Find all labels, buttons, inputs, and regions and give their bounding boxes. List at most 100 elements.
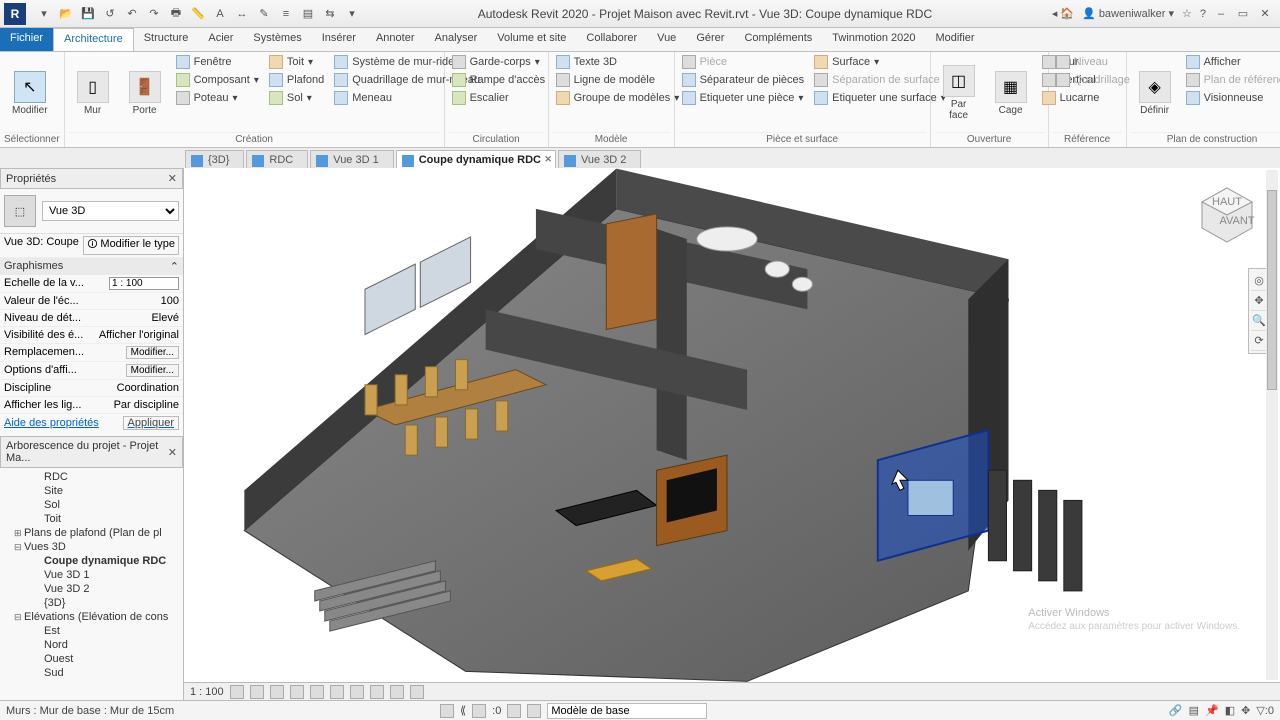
edit-type-button[interactable]: 🛈 Modifier le type (83, 236, 179, 255)
properties-help[interactable]: Aide des propriétésAppliquer (0, 414, 183, 432)
section-icon[interactable]: ✎ (256, 6, 272, 22)
tree-item[interactable]: Elévations (Elévation de cons (0, 610, 183, 624)
property-row[interactable]: Remplacemen...Modifier... (0, 344, 183, 362)
view-tab[interactable]: {3D} (185, 150, 244, 169)
filter-icon[interactable]: ▽:0 (1256, 704, 1274, 717)
close-button[interactable]: ✕ (1258, 7, 1272, 20)
tree-item[interactable]: Vue 3D 2 (0, 582, 183, 596)
property-input[interactable] (109, 277, 179, 290)
ramp-button[interactable]: Rampe d'accès (449, 72, 548, 88)
select-pinned-icon[interactable]: 📌 (1205, 704, 1219, 717)
maximize-button[interactable]: ▭ (1236, 7, 1250, 20)
view-tab[interactable]: Vue 3D 1 (310, 150, 393, 169)
help-icon[interactable]: ? (1200, 8, 1206, 20)
tree-item[interactable]: Sud (0, 666, 183, 680)
property-row[interactable]: Visibilité des é...Afficher l'original (0, 327, 183, 344)
close-icon[interactable]: ✕ (168, 446, 177, 459)
railing-button[interactable]: Garde-corps ▾ (449, 54, 548, 70)
close-icon[interactable]: ✕ (544, 154, 552, 165)
tree-item[interactable]: Ouest (0, 652, 183, 666)
room-sep-button[interactable]: Séparateur de pièces (679, 72, 808, 88)
property-edit-button[interactable]: Modifier... (126, 364, 179, 377)
apply-button[interactable]: Appliquer (123, 416, 179, 430)
surface-tag-button[interactable]: Etiqueter une surface ▾ (811, 90, 949, 106)
reveal-icon[interactable] (410, 685, 424, 699)
wall-button[interactable]: ▯Mur (69, 54, 117, 132)
tree-item[interactable]: Plans de plafond (Plan de pl (0, 526, 183, 540)
measure-icon[interactable]: 📏 (190, 6, 206, 22)
user-menu[interactable]: 👤 baweniwalker ▾ (1082, 7, 1174, 20)
tree-item[interactable]: {3D} (0, 596, 183, 610)
viewer-button[interactable]: Visionneuse (1183, 90, 1280, 106)
modify-button[interactable]: ↖Modifier (4, 54, 56, 132)
undo-icon[interactable]: ↶ (124, 6, 140, 22)
property-row[interactable]: Options d'affi...Modifier... (0, 362, 183, 380)
tab-collaborate[interactable]: Collaborer (576, 28, 647, 51)
detail-icon[interactable] (230, 685, 244, 699)
tab-analyze[interactable]: Analyser (425, 28, 488, 51)
property-edit-button[interactable]: Modifier... (126, 346, 179, 359)
scale-label[interactable]: 1 : 100 (190, 686, 224, 698)
visualstyle-icon[interactable] (250, 685, 264, 699)
sync-icon[interactable]: ↺ (102, 6, 118, 22)
qat-menu-icon[interactable]: ▾ (36, 6, 52, 22)
door-button[interactable]: 🚪Porte (121, 54, 169, 132)
tree-item[interactable]: Vue 3D 1 (0, 568, 183, 582)
redo-icon[interactable]: ↷ (146, 6, 162, 22)
select-underlay-icon[interactable]: ▤ (1189, 704, 1199, 717)
tab-twinmotion[interactable]: Twinmotion 2020 (822, 28, 925, 51)
lock3d-icon[interactable] (370, 685, 384, 699)
type-dropdown[interactable]: Vue 3D (42, 201, 179, 221)
tree-item[interactable]: Coupe dynamique RDC (0, 554, 183, 568)
tree-item[interactable]: Sol (0, 498, 183, 512)
minimize-button[interactable]: – (1214, 8, 1228, 20)
show-button[interactable]: Afficher (1183, 54, 1280, 70)
tab-massing[interactable]: Volume et site (487, 28, 576, 51)
tab-annotate[interactable]: Annoter (366, 28, 425, 51)
select-icon[interactable] (527, 704, 541, 718)
tree-item[interactable]: Toit (0, 512, 183, 526)
tab-architecture[interactable]: Architecture (53, 28, 134, 51)
property-row[interactable]: Valeur de l'éc...100 (0, 293, 183, 310)
sun-icon[interactable] (270, 685, 284, 699)
render-icon[interactable] (310, 685, 324, 699)
room-tag-button[interactable]: Etiqueter une pièce ▾ (679, 90, 808, 106)
property-row[interactable]: DisciplineCoordination (0, 380, 183, 397)
select-face-icon[interactable]: ◧ (1225, 704, 1235, 717)
tree-item[interactable]: Nord (0, 638, 183, 652)
project-browser[interactable]: RDCSiteSolToitPlans de plafond (Plan de … (0, 468, 183, 700)
tab-systems[interactable]: Systèmes (243, 28, 311, 51)
byface-button[interactable]: ◫Par face (935, 54, 983, 132)
component-button[interactable]: Composant ▾ (173, 72, 262, 88)
crop-visible-icon[interactable] (350, 685, 364, 699)
editable-icon[interactable] (507, 704, 521, 718)
tree-item[interactable]: RDC (0, 470, 183, 484)
tab-manage[interactable]: Gérer (686, 28, 734, 51)
tree-item[interactable]: Site (0, 484, 183, 498)
property-row[interactable]: Niveau de dét...Elevé (0, 310, 183, 327)
window-button[interactable]: Fenêtre (173, 54, 262, 70)
viewport-3d[interactable]: HAUTAVANT ◎✥🔍⟳ Activer WindowsAccédez au… (184, 168, 1280, 682)
drag-icon[interactable]: ✥ (1241, 704, 1250, 717)
crop-icon[interactable] (330, 685, 344, 699)
ceiling-button[interactable]: Plafond (266, 72, 327, 88)
text3d-button[interactable]: Texte 3D (553, 54, 683, 70)
tab-insert[interactable]: Insérer (312, 28, 366, 51)
tree-item[interactable]: Est (0, 624, 183, 638)
tree-item[interactable]: Vues 3D (0, 540, 183, 554)
dim-icon[interactable]: ↔ (234, 6, 250, 22)
save-icon[interactable]: 💾 (80, 6, 96, 22)
roof-button[interactable]: Toit ▾ (266, 54, 327, 70)
open-icon[interactable]: 📂 (58, 6, 74, 22)
options-combo[interactable] (547, 703, 707, 719)
close-hidden-icon[interactable]: ▤ (300, 6, 316, 22)
thin-lines-icon[interactable]: ≡ (278, 6, 294, 22)
close-icon[interactable]: ✕ (168, 172, 177, 185)
tab-addins[interactable]: Compléments (734, 28, 822, 51)
view-tab[interactable]: Coupe dynamique RDC✕ (396, 150, 556, 169)
type-selector[interactable]: ⬚ Vue 3D (0, 189, 183, 234)
column-button[interactable]: Poteau ▾ (173, 90, 262, 106)
model-group-button[interactable]: Groupe de modèles ▾ (553, 90, 683, 106)
text-icon[interactable]: A (212, 6, 228, 22)
property-row[interactable]: Afficher les lig...Par discipline (0, 397, 183, 414)
